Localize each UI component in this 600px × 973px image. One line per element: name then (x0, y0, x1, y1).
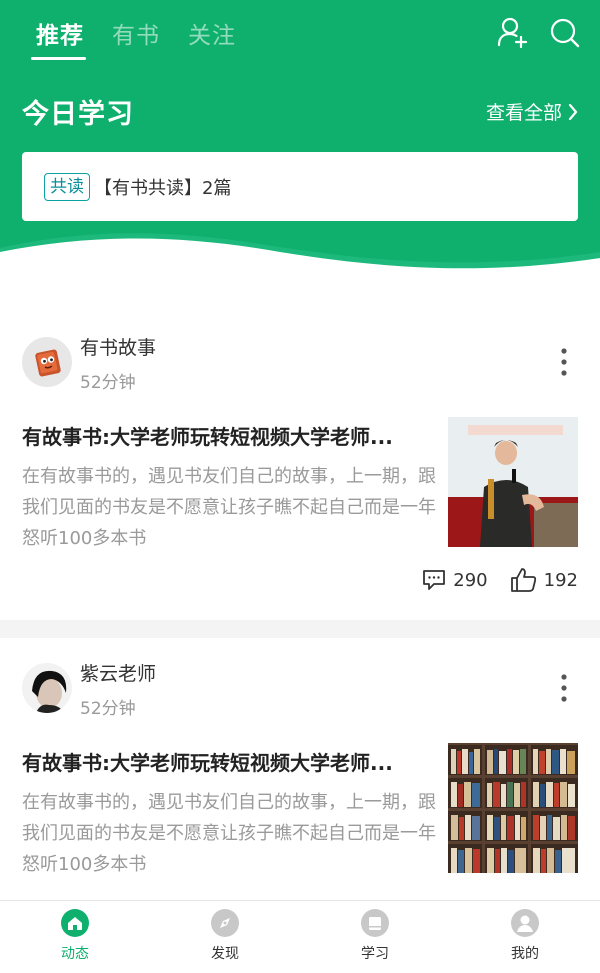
avatar[interactable] (22, 337, 72, 387)
nav-item-study[interactable]: 学习 (300, 901, 450, 973)
like-button[interactable]: 192 (510, 567, 578, 593)
like-count: 192 (543, 569, 578, 591)
avatar[interactable] (22, 663, 72, 713)
post-thumbnail[interactable] (448, 417, 578, 547)
feed-card: 有书故事 52分钟 有故事书:大学老师玩转短视频大学老师... 在有故事书的，遇… (0, 290, 600, 620)
comment-button[interactable]: 290 (421, 568, 488, 592)
view-all-label: 查看全部 (485, 102, 562, 124)
nav-item-discover[interactable]: 发现 (150, 901, 300, 973)
nav-label-study: 学习 (361, 946, 389, 962)
nav-label-mine: 我的 (511, 946, 539, 962)
author-name[interactable]: 有书故事 (80, 333, 156, 360)
nav-label-dynamics: 动态 (61, 946, 89, 962)
tab-follow[interactable]: 关注 (188, 16, 236, 50)
active-tab-indicator (31, 57, 86, 60)
post-thumbnail[interactable] (448, 743, 578, 873)
bottom-nav: 动态 发现 学习 我的 (0, 900, 600, 973)
feed-card: 紫云老师 52分钟 有故事书:大学老师玩转短视频大学老师... 在有故事书的，遇… (0, 638, 600, 900)
post-stats: 290 192 (421, 567, 578, 593)
tab-recommend[interactable]: 推荐 (36, 16, 84, 50)
header: 推荐 有书 关注 今日学习 查看全部 共读 【有书共读】2篇 (0, 0, 600, 290)
author-name[interactable]: 紫云老师 (80, 659, 156, 686)
post-time: 52分钟 (80, 699, 136, 719)
chevron-right-icon (568, 103, 578, 120)
portrait-avatar (22, 663, 72, 713)
profile-icon (511, 909, 539, 937)
post-excerpt: 在有故事书的，遇见书友们自己的故事，上一期，跟我们见面的书友是不愿意让孩子瞧不起… (22, 792, 436, 875)
post-excerpt: 在有故事书的，遇见书友们自己的故事，上一期，跟我们见面的书友是不愿意让孩子瞧不起… (22, 466, 436, 549)
search-icon[interactable] (549, 16, 581, 48)
nav-item-dynamics[interactable]: 动态 (0, 901, 150, 973)
co-reading-badge: 共读 (44, 172, 90, 201)
comment-count: 290 (453, 569, 488, 591)
view-all-link[interactable]: 查看全部 (486, 98, 578, 125)
comment-icon (423, 570, 446, 590)
compass-icon (211, 909, 239, 937)
add-user-icon[interactable] (496, 16, 528, 48)
header-wave (0, 233, 600, 290)
co-reading-text: 【有书共读】2篇 (94, 177, 232, 199)
post-time: 52分钟 (80, 373, 136, 393)
nav-item-mine[interactable]: 我的 (450, 901, 600, 973)
home-icon (61, 909, 89, 937)
more-vertical-icon[interactable] (556, 346, 572, 378)
more-vertical-icon[interactable] (556, 672, 572, 704)
speaker-photo (448, 417, 578, 547)
nav-label-discover: 发现 (211, 946, 239, 962)
section-title: 今日学习 (22, 99, 134, 130)
thumbs-up-icon (510, 568, 536, 592)
post-title[interactable]: 有故事书:大学老师玩转短视频大学老师... (22, 421, 446, 450)
book-mascot-avatar (22, 337, 72, 387)
post-title[interactable]: 有故事书:大学老师玩转短视频大学老师... (22, 747, 446, 776)
tab-youshu[interactable]: 有书 (112, 16, 160, 50)
bookshelf-photo (448, 743, 578, 873)
book-icon (361, 909, 389, 937)
